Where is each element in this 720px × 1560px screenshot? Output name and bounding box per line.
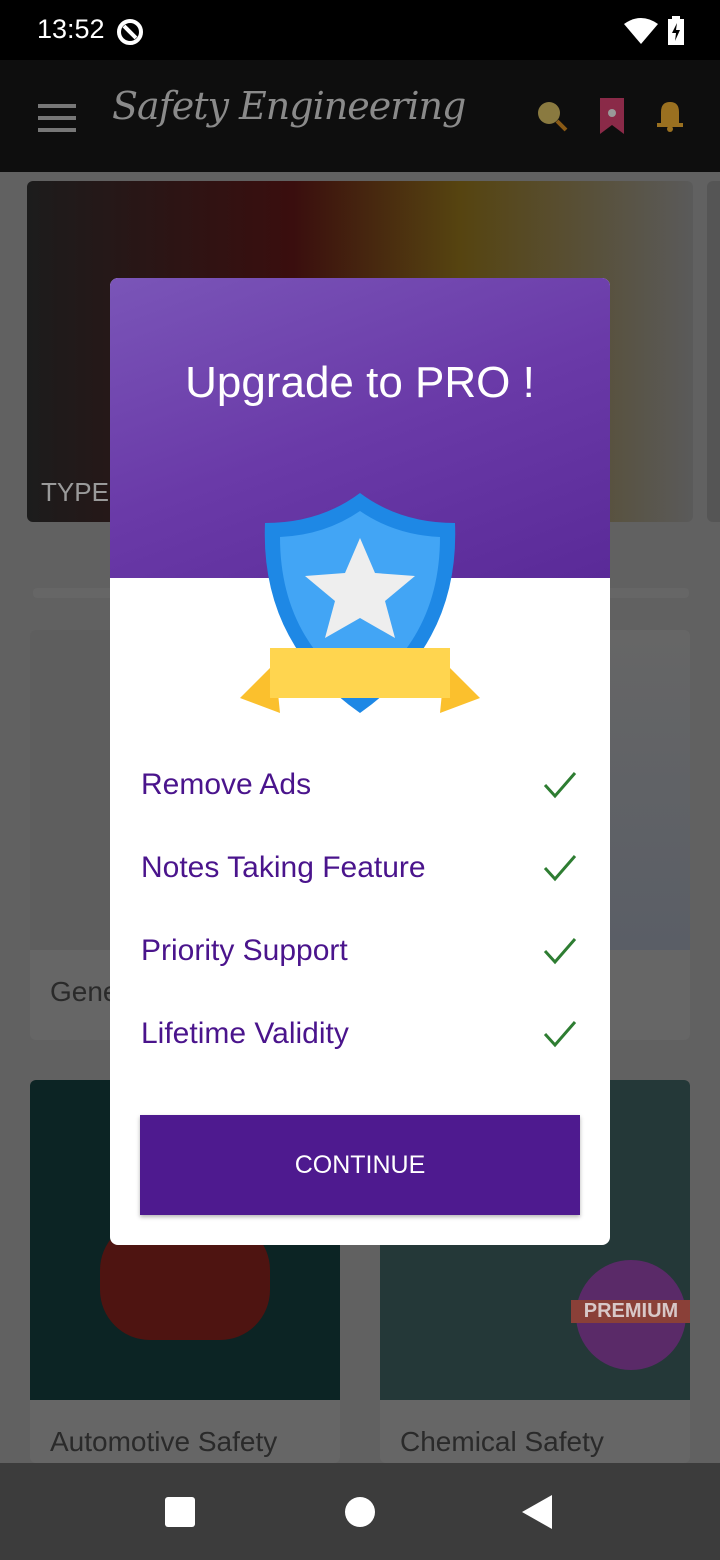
wifi-icon	[624, 18, 658, 44]
category-label: Gene	[50, 976, 119, 1007]
pro-shield-icon	[240, 493, 480, 713]
bookmark-icon[interactable]	[600, 98, 624, 134]
banner-label: TYPE	[41, 477, 109, 507]
navigation-bar	[0, 1463, 720, 1560]
premium-badge: PREMIUM	[571, 1260, 690, 1370]
feature-lifetime: Lifetime Validity	[141, 1017, 349, 1050]
next-banner-card[interactable]	[707, 181, 720, 522]
home-button[interactable]	[345, 1497, 375, 1527]
recents-button[interactable]	[165, 1497, 195, 1527]
app-bar: Safety Engineering	[0, 60, 720, 172]
menu-icon[interactable]	[38, 104, 78, 134]
check-icon	[543, 772, 577, 799]
check-icon	[543, 938, 577, 965]
check-icon	[543, 855, 577, 882]
feature-notes: Notes Taking Feature	[141, 851, 426, 884]
notification-bell-icon[interactable]	[653, 98, 687, 132]
status-bar: 13:52	[0, 0, 720, 60]
data-saver-icon	[117, 19, 143, 45]
dialog-title: Upgrade to PRO !	[185, 358, 535, 407]
feature-remove-ads: Remove Ads	[141, 768, 312, 801]
search-icon[interactable]	[536, 100, 568, 132]
check-icon	[543, 1021, 577, 1048]
clock: 13:52	[37, 14, 105, 44]
back-button[interactable]	[522, 1495, 554, 1529]
category-label: Chemical Safety	[400, 1426, 604, 1457]
continue-button[interactable]: CONTINUE	[140, 1115, 580, 1215]
feature-priority-support: Priority Support	[141, 934, 348, 967]
app-title: Safety Engineering	[112, 84, 466, 128]
category-label: Automotive Safety	[50, 1426, 278, 1457]
battery-charging-icon	[668, 16, 684, 45]
upgrade-dialog: Upgrade to PRO ! Remove Ads Notes Taking…	[110, 278, 610, 1245]
